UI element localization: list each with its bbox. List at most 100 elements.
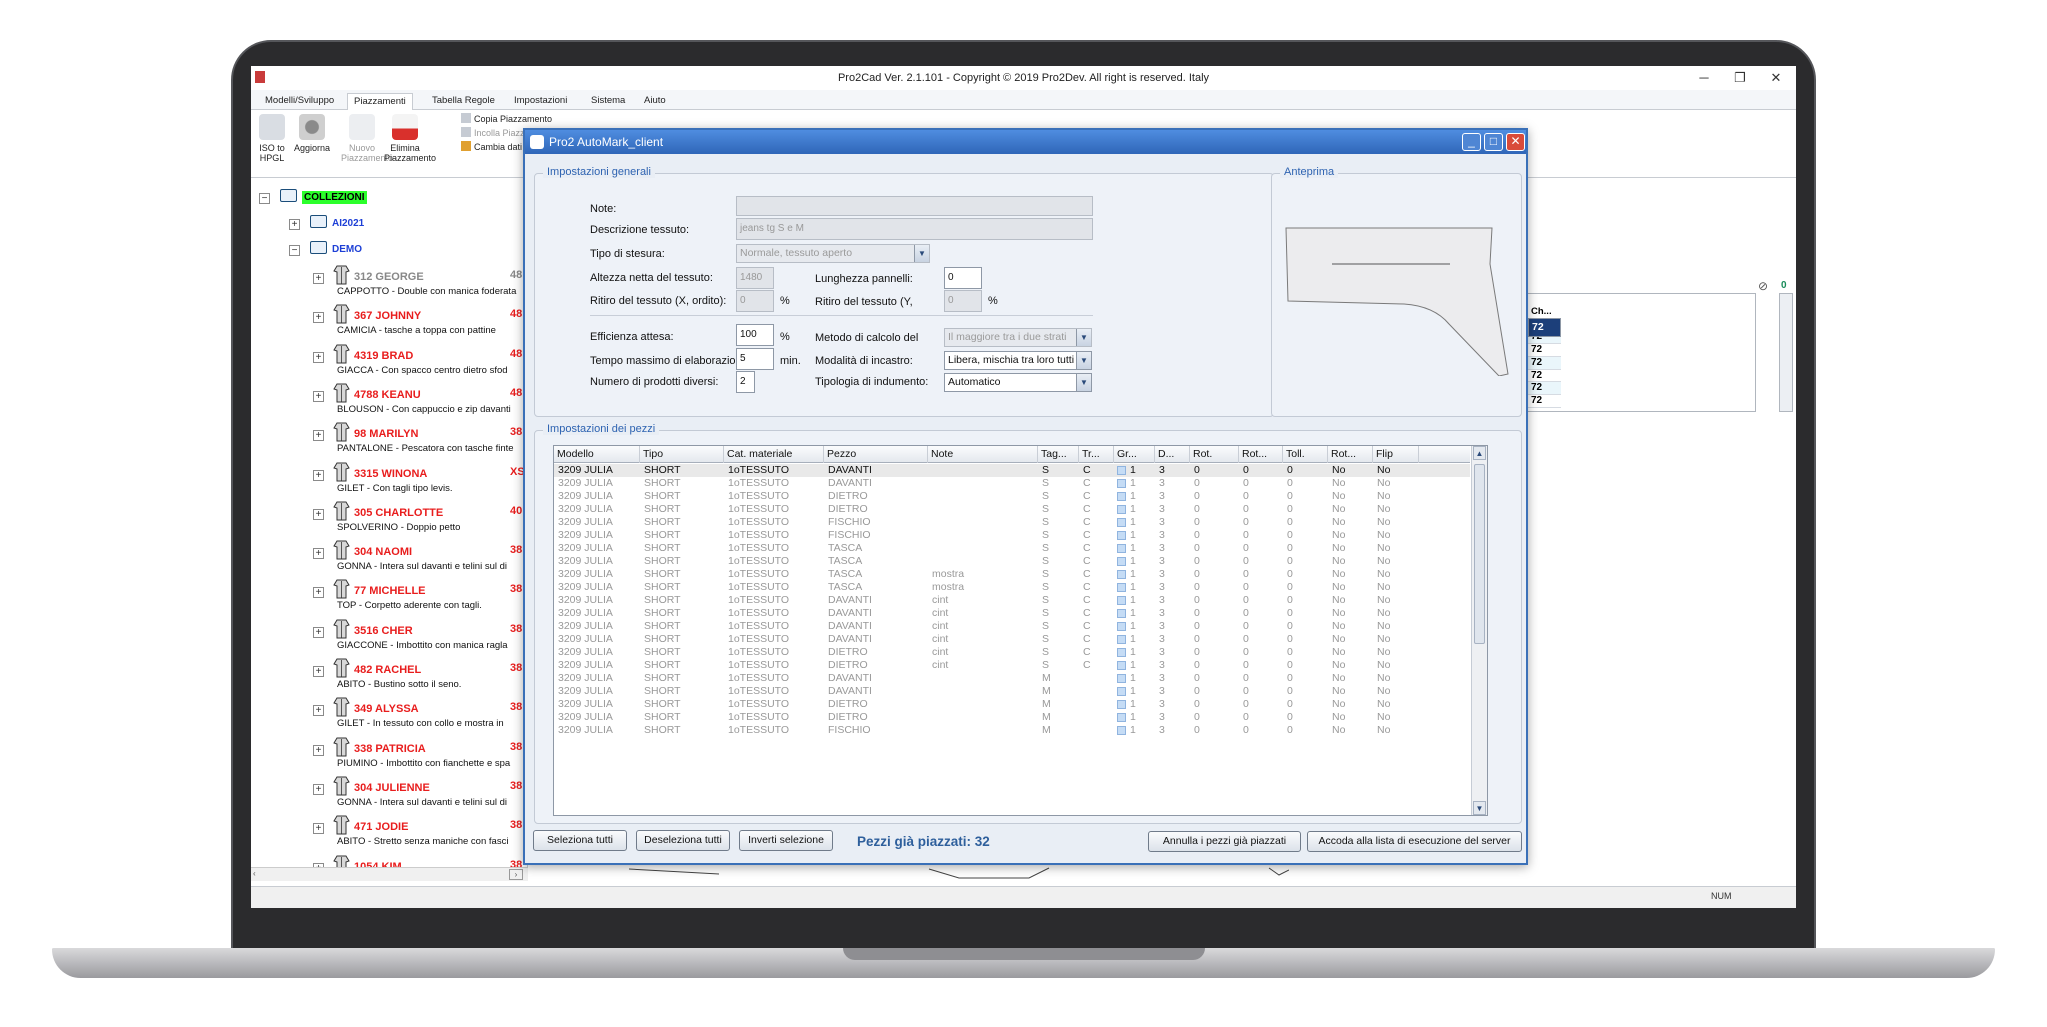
scroll-right-icon[interactable]: › bbox=[509, 869, 523, 880]
lunghezza-input[interactable]: 0 bbox=[944, 267, 982, 289]
tab-tabella-regole[interactable]: Tabella Regole bbox=[426, 93, 501, 110]
table-row[interactable]: 3209 JULIA SHORT 1oTESSUTO FISCHIO S C 1 3 0 0 0 No… bbox=[554, 516, 1470, 529]
right-table-cell[interactable]: 72 bbox=[1528, 356, 1561, 370]
tree-root[interactable]: − COLLEZIONI bbox=[259, 187, 367, 207]
tab-piazzamenti[interactable]: Piazzamenti bbox=[347, 93, 413, 110]
column-header[interactable]: Toll. bbox=[1283, 446, 1328, 463]
tree-model-item[interactable]: +304 JULIENNE bbox=[313, 776, 430, 796]
tree-model-item[interactable]: +3315 WINONA bbox=[313, 462, 427, 482]
tree-model-item[interactable]: +482 RACHEL bbox=[313, 658, 421, 678]
expand-icon[interactable]: + bbox=[313, 469, 324, 481]
efficienza-input[interactable]: 100 bbox=[736, 324, 774, 346]
expand-icon[interactable]: + bbox=[313, 626, 324, 638]
tree-node-demo[interactable]: − DEMO bbox=[289, 239, 362, 259]
minimize-icon[interactable]: ─ bbox=[1686, 66, 1722, 90]
expand-icon[interactable]: + bbox=[313, 351, 324, 363]
expand-icon[interactable]: + bbox=[313, 705, 324, 717]
column-header[interactable]: Flip bbox=[1373, 446, 1419, 463]
dialog-close-icon[interactable]: ✕ bbox=[1506, 133, 1525, 151]
expand-icon[interactable]: + bbox=[313, 783, 324, 795]
expand-icon[interactable]: + bbox=[313, 744, 324, 756]
tipo-select[interactable]: Normale, tessuto aperto ▼ bbox=[736, 244, 930, 263]
expand-icon[interactable]: + bbox=[313, 548, 324, 560]
tree-model-item[interactable]: +98 MARILYN bbox=[313, 422, 418, 442]
tree-hscroll[interactable]: ‹ › bbox=[251, 867, 528, 881]
column-header[interactable]: Modello bbox=[554, 446, 640, 463]
tree-node-ai2021[interactable]: + AI2021 bbox=[289, 213, 364, 233]
tree-model-item[interactable]: +338 PATRICIA bbox=[313, 737, 426, 757]
invert-selection-button[interactable]: Inverti selezione bbox=[739, 830, 833, 851]
tree-model-item[interactable]: +349 ALYSSA bbox=[313, 697, 419, 717]
column-header[interactable]: Tr... bbox=[1079, 446, 1114, 463]
expand-icon[interactable]: + bbox=[313, 430, 324, 442]
tree-model-item[interactable]: +3516 CHER bbox=[313, 619, 413, 639]
column-header[interactable]: Gr... bbox=[1114, 446, 1155, 463]
table-row[interactable]: 3209 JULIA SHORT 1oTESSUTO DAVANTI M 1 3 0 0 0 No N… bbox=[554, 672, 1470, 685]
dialog-minimize-icon[interactable]: _ bbox=[1462, 133, 1481, 151]
right-table-cell[interactable]: 72 bbox=[1528, 382, 1561, 396]
expand-icon[interactable]: + bbox=[313, 508, 324, 520]
table-row[interactable]: 3209 JULIA SHORT 1oTESSUTO FISCHIO S C 1 3 0 0 0 No… bbox=[554, 529, 1470, 542]
table-row[interactable]: 3209 JULIA SHORT 1oTESSUTO TASCA mostra S C 1 3 0… bbox=[554, 568, 1470, 581]
expand-icon[interactable]: + bbox=[313, 273, 324, 284]
maximize-icon[interactable]: ❐ bbox=[1722, 66, 1758, 90]
table-row[interactable]: 3209 JULIA SHORT 1oTESSUTO DIETRO cint S C 1 3 0 0… bbox=[554, 659, 1470, 672]
column-header[interactable]: Rot. bbox=[1190, 446, 1239, 463]
table-row[interactable]: 3209 JULIA SHORT 1oTESSUTO FISCHIO M 1 3 0 0 0 No N… bbox=[554, 724, 1470, 737]
column-header[interactable]: Tipo bbox=[640, 446, 724, 463]
expand-icon[interactable]: + bbox=[313, 390, 324, 402]
collapse-icon[interactable]: − bbox=[259, 193, 270, 204]
tempo-input[interactable]: 5 bbox=[736, 348, 774, 370]
scroll-up-icon[interactable]: ▲ bbox=[1473, 446, 1486, 460]
tree-model-item[interactable]: +4788 KEANU bbox=[313, 383, 421, 403]
tab-sistema[interactable]: Sistema bbox=[585, 93, 631, 110]
table-row[interactable]: 3209 JULIA SHORT 1oTESSUTO TASCA S C 1 3 0 0 0 No No bbox=[554, 542, 1470, 555]
tipologia-select[interactable]: Automatico ▼ bbox=[944, 373, 1092, 392]
right-table-cell[interactable]: 72 bbox=[1528, 318, 1561, 337]
queue-server-button[interactable]: Accoda alla lista di esecuzione del serv… bbox=[1307, 831, 1522, 852]
right-vscroll[interactable] bbox=[1779, 293, 1793, 412]
nuovo-piazzamento-button[interactable]: Nuovo Piazzamento bbox=[341, 114, 393, 163]
copia-button[interactable]: Copia Piazzamento bbox=[461, 112, 552, 126]
right-table-cell[interactable]: 72 bbox=[1528, 344, 1561, 357]
scroll-left-icon[interactable]: ‹ bbox=[253, 869, 263, 879]
table-row[interactable]: 3209 JULIA SHORT 1oTESSUTO DAVANTI S C 1 3 0 0 0 No… bbox=[554, 477, 1470, 490]
deselect-all-button[interactable]: Deseleziona tutti bbox=[636, 830, 730, 851]
close-icon[interactable]: ✕ bbox=[1758, 66, 1794, 90]
table-row[interactable]: 3209 JULIA SHORT 1oTESSUTO DAVANTI cint S C 1 3 0… bbox=[554, 607, 1470, 620]
select-all-button[interactable]: Seleziona tutti bbox=[533, 830, 627, 851]
column-header[interactable]: Tag... bbox=[1038, 446, 1079, 463]
column-header[interactable]: Rot... bbox=[1328, 446, 1373, 463]
tree-model-item[interactable]: +367 JOHNNY bbox=[313, 304, 421, 324]
column-header[interactable]: Pezzo bbox=[824, 446, 928, 463]
column-header[interactable]: Rot... bbox=[1239, 446, 1283, 463]
pieces-grid[interactable]: Modello Tipo Cat. materiale Pezzo Note Tag...… bbox=[553, 445, 1488, 816]
table-row[interactable]: 3209 JULIA SHORT 1oTESSUTO DIETRO M 1 3 0 0 0 No No bbox=[554, 698, 1470, 711]
table-row[interactable]: 3209 JULIA SHORT 1oTESSUTO DIETRO cint S C 1 3 0 0… bbox=[554, 646, 1470, 659]
descr-input[interactable]: jeans tg S e M bbox=[736, 218, 1093, 240]
tree-model-item[interactable]: +471 JODIE bbox=[313, 815, 408, 835]
table-row[interactable]: 3209 JULIA SHORT 1oTESSUTO TASCA S C 1 3 0 0 0 No No bbox=[554, 555, 1470, 568]
expand-icon[interactable]: + bbox=[313, 823, 324, 835]
table-row[interactable]: 3209 JULIA SHORT 1oTESSUTO DAVANTI cint S C 1 3 0… bbox=[554, 633, 1470, 646]
note-input[interactable] bbox=[736, 196, 1093, 216]
ritiro-y-input[interactable]: 0 bbox=[944, 290, 982, 312]
scroll-thumb[interactable] bbox=[1474, 464, 1485, 644]
column-header[interactable]: Note bbox=[928, 446, 1038, 463]
expand-icon[interactable]: + bbox=[313, 587, 324, 599]
column-header[interactable]: D... bbox=[1155, 446, 1190, 463]
tree-model-item[interactable]: +305 CHARLOTTE bbox=[313, 501, 443, 521]
table-row[interactable]: 3209 JULIA SHORT 1oTESSUTO TASCA mostra S C 1 3 0… bbox=[554, 581, 1470, 594]
tab-modelli[interactable]: Modelli/Sviluppo bbox=[259, 93, 340, 110]
tree-model-item[interactable]: +77 MICHELLE bbox=[313, 579, 426, 599]
expand-icon[interactable]: + bbox=[313, 666, 324, 677]
scroll-down-icon[interactable]: ▼ bbox=[1473, 801, 1486, 815]
table-row[interactable]: 3209 JULIA SHORT 1oTESSUTO DAVANTI cint S C 1 3 0… bbox=[554, 620, 1470, 633]
column-header[interactable]: Cat. materiale bbox=[724, 446, 824, 463]
paperclip-icon[interactable]: ⊘ bbox=[1758, 279, 1768, 293]
incolla-button[interactable]: Incolla Piazz bbox=[461, 126, 525, 140]
table-row[interactable]: 3209 JULIA SHORT 1oTESSUTO DAVANTI S C 1 3 0 0 0 No… bbox=[554, 464, 1470, 477]
tab-aiuto[interactable]: Aiuto bbox=[638, 93, 672, 110]
table-row[interactable]: 3209 JULIA SHORT 1oTESSUTO DIETRO S C 1 3 0 0 0 No N… bbox=[554, 490, 1470, 503]
elimina-piazzamento-button[interactable]: Elimina Piazzamento bbox=[384, 114, 436, 163]
